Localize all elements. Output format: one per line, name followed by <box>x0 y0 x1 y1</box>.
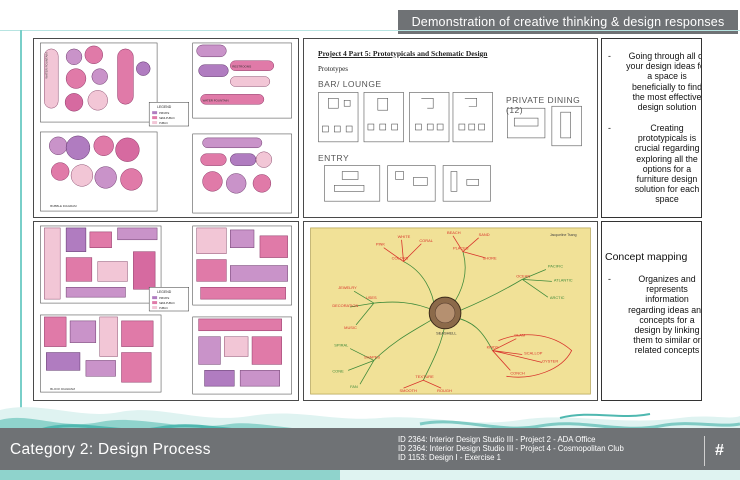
design-ideas-text-panel: - Going through all of your design ideas… <box>601 38 702 218</box>
bullet-text: Creating prototypicals is crucial regard… <box>634 123 700 205</box>
svg-text:SCALLOP: SCALLOP <box>524 351 543 356</box>
prototype-sketches <box>318 92 582 202</box>
svg-text:SEASHELL: SEASHELL <box>436 331 457 336</box>
svg-text:LEGEND: LEGEND <box>157 290 172 294</box>
svg-text:CONE: CONE <box>332 368 344 373</box>
svg-text:SEMI-PUBLIC: SEMI-PUBLIC <box>159 302 175 305</box>
concept-mapping-title: Concept mapping <box>605 251 688 263</box>
svg-text:ATLANTIC: ATLANTIC <box>554 277 573 282</box>
svg-text:OCEAN: OCEAN <box>516 273 530 278</box>
concept-mapping-text-panel: Concept mapping - Organizes and represen… <box>601 221 702 401</box>
svg-text:SAND: SAND <box>479 232 490 237</box>
footer-course-line: ID 2364: Interior Design Studio III - Pr… <box>398 435 596 444</box>
svg-text:PUBLIC: PUBLIC <box>159 122 168 125</box>
concept-map-board: SEASHELL USES COLORS PLACES KINDS SHAPES… <box>310 227 591 395</box>
svg-text:WATER FOUNTAIN: WATER FOUNTAIN <box>203 98 229 102</box>
svg-text:TEXTURE: TEXTURE <box>415 374 434 379</box>
top-guide-line <box>0 30 740 31</box>
svg-text:BUBBLE DIAGRAM: BUBBLE DIAGRAM <box>50 204 77 208</box>
svg-text:SHAPES: SHAPES <box>364 354 380 359</box>
left-guide-line <box>20 30 22 410</box>
bullet-text: Organizes and represents information reg… <box>628 274 702 356</box>
svg-text:WHITE: WHITE <box>398 234 411 239</box>
svg-text:SEMI-PUBLIC: SEMI-PUBLIC <box>159 117 175 120</box>
bullet-text: Going through all of your design ideas f… <box>626 51 702 113</box>
bubble-diagram-panel: WATER FOUNTAIN BUBBLE DIAGRAM RESTROOMS … <box>33 38 299 218</box>
svg-text:FAN: FAN <box>350 384 358 389</box>
bullet-dash: - <box>608 123 611 133</box>
svg-text:CONCH: CONCH <box>510 370 525 375</box>
page-number-marker: # <box>704 436 734 466</box>
svg-text:OYSTER: OYSTER <box>542 358 558 363</box>
svg-text:BEACH: BEACH <box>447 230 461 235</box>
svg-text:USES: USES <box>366 295 377 300</box>
svg-text:SPIRAL: SPIRAL <box>334 343 349 348</box>
svg-text:SHORE: SHORE <box>483 256 497 261</box>
svg-text:Jacqueline Tsang: Jacqueline Tsang <box>550 233 577 237</box>
svg-text:CORAL: CORAL <box>419 238 433 243</box>
svg-text:COLORS: COLORS <box>392 256 409 261</box>
svg-text:LEGEND: LEGEND <box>157 105 172 109</box>
svg-text:PRIVATE: PRIVATE <box>159 112 170 115</box>
svg-text:PINK: PINK <box>376 242 386 247</box>
block-diagram-panel: BLOCK DIAGRAM LEGEND PRIVATE SEMI-PUBLIC… <box>33 221 299 401</box>
svg-text:CLAM: CLAM <box>514 333 525 338</box>
svg-text:PUBLIC: PUBLIC <box>159 307 168 310</box>
svg-text:DECORATION: DECORATION <box>332 303 358 308</box>
footer-category-title: Category 2: Design Process <box>10 441 211 458</box>
svg-text:RESTROOMS: RESTROOMS <box>232 65 251 69</box>
bullet-dash: - <box>608 51 611 61</box>
svg-text:ARCTIC: ARCTIC <box>550 295 565 300</box>
svg-text:KINDS: KINDS <box>487 345 499 350</box>
svg-text:PACIFIC: PACIFIC <box>548 263 563 268</box>
svg-text:WATER FOUNTAIN: WATER FOUNTAIN <box>44 53 48 79</box>
svg-text:MUSIC: MUSIC <box>344 325 357 330</box>
concept-map-panel: SEASHELL USES COLORS PLACES KINDS SHAPES… <box>303 221 598 401</box>
bubble-diagram: WATER FOUNTAIN BUBBLE DIAGRAM RESTROOMS … <box>40 42 292 214</box>
svg-text:JEWELRY: JEWELRY <box>338 285 357 290</box>
svg-text:PRIVATE: PRIVATE <box>159 297 170 300</box>
block-diagram: BLOCK DIAGRAM LEGEND PRIVATE SEMI-PUBLIC… <box>40 225 292 395</box>
svg-text:PLACES: PLACES <box>453 246 469 251</box>
footer-course-line: ID 2364: Interior Design Studio III - Pr… <box>398 444 624 453</box>
prototypes-panel: Project 4 Part 5: Prototypicals and Sche… <box>303 38 598 218</box>
footer-course-line: ID 1153: Design I - Exercise 1 <box>398 453 501 462</box>
bullet-dash: - <box>608 274 611 284</box>
